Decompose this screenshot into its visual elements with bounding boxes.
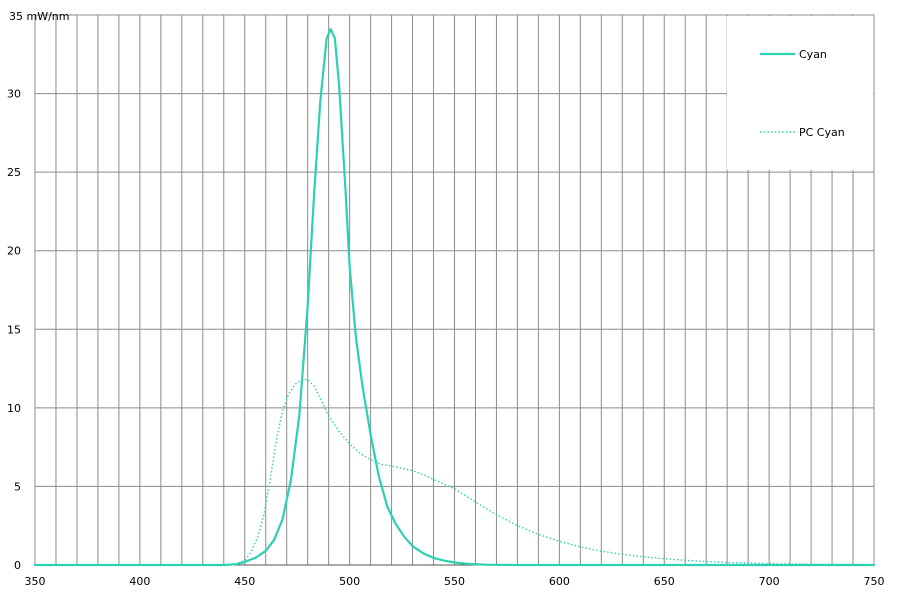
x-tick-label: 350 bbox=[25, 575, 46, 588]
legend: Cyan PC Cyan bbox=[727, 16, 873, 170]
y-tick-label: 10 bbox=[7, 402, 21, 415]
x-tick-label: 700 bbox=[759, 575, 780, 588]
x-tick-label: 500 bbox=[339, 575, 360, 588]
x-tick-label: 550 bbox=[444, 575, 465, 588]
y-tick-label: 20 bbox=[7, 245, 21, 258]
y-tick-label: 0 bbox=[14, 559, 21, 572]
legend-label: PC Cyan bbox=[799, 126, 845, 139]
y-tick-label: 5 bbox=[14, 480, 21, 493]
x-tick-label: 650 bbox=[654, 575, 675, 588]
x-tick-label: 750 bbox=[864, 575, 885, 588]
x-tick-label: 400 bbox=[129, 575, 150, 588]
y-tick-label: 15 bbox=[7, 323, 21, 336]
y-tick-label: 30 bbox=[7, 88, 21, 101]
legend-label: Cyan bbox=[799, 48, 827, 61]
spectrum-chart: Cyan PC Cyan 350 400 450 500 550 600 650 700 750 0… bbox=[0, 0, 900, 600]
legend-box bbox=[727, 16, 873, 170]
x-tick-label: 450 bbox=[234, 575, 255, 588]
y-tick-label: 35 mW/nm bbox=[9, 10, 69, 23]
y-tick-label: 25 bbox=[7, 166, 21, 179]
x-tick-label: 600 bbox=[549, 575, 570, 588]
